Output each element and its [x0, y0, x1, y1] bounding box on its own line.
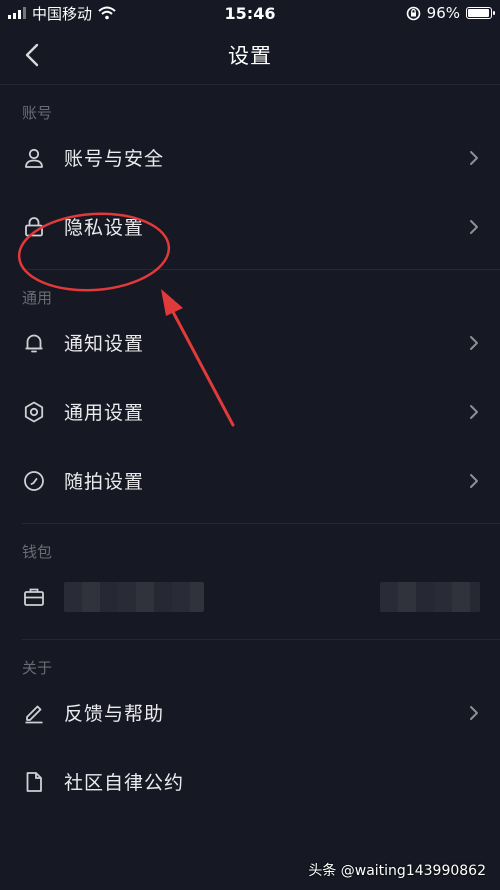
row-feedback-help[interactable]: 反馈与帮助 [0, 678, 500, 747]
bell-icon [25, 334, 43, 352]
row-account-security[interactable]: 账号与安全 [0, 123, 500, 192]
row-label: 通用设置 [64, 402, 145, 424]
rotation-lock-icon [406, 6, 420, 20]
chevron-right-icon [470, 705, 478, 720]
signal-icon [8, 7, 26, 19]
row-notification-settings[interactable]: 通知设置 [0, 308, 500, 377]
page-title: 设置 [228, 44, 272, 68]
back-arrow-icon[interactable] [18, 40, 48, 70]
chevron-right-icon [470, 150, 478, 165]
row-label: 通知设置 [64, 333, 145, 355]
chevron-right-icon [470, 404, 478, 419]
section-divider [22, 269, 500, 270]
document-icon [26, 771, 42, 792]
row-label: 账号与安全 [64, 148, 165, 170]
gear-icon [24, 401, 44, 422]
clock-icon [24, 470, 44, 491]
wifi-icon [98, 6, 116, 20]
nav-bar: 设置 [0, 26, 500, 84]
row-quick-shot-settings[interactable]: 随拍设置 [0, 446, 500, 515]
edit-icon [25, 705, 43, 723]
section-divider [22, 639, 500, 640]
section-divider [22, 523, 500, 524]
row-general-settings[interactable]: 通用设置 [0, 377, 500, 446]
row-label: 反馈与帮助 [64, 703, 165, 725]
carrier-name: 中国移动 [32, 4, 93, 23]
chevron-right-icon [470, 473, 478, 488]
status-bar: 中国移动 15:46 96% [0, 0, 500, 26]
battery-icon [466, 7, 495, 19]
row-community-guidelines[interactable]: 社区自律公约 [0, 747, 500, 816]
watermark: 头条 @waiting143990862 [308, 863, 486, 879]
section-label-about: 关于 [22, 659, 53, 677]
battery-percent: 96% [426, 4, 460, 22]
section-label-account: 账号 [22, 104, 53, 122]
person-icon [25, 148, 43, 168]
section-label-general: 通用 [22, 289, 53, 307]
blurred-wallet-balance [380, 581, 480, 612]
row-label: 随拍设置 [64, 471, 145, 493]
blurred-wallet-info [64, 581, 204, 612]
row-label: 隐私设置 [64, 217, 145, 239]
chevron-right-icon [470, 335, 478, 350]
chevron-right-icon [470, 219, 478, 234]
row-label: 社区自律公约 [64, 772, 185, 794]
section-label-wallet: 钱包 [22, 543, 53, 561]
row-wallet[interactable] [0, 562, 500, 631]
lock-icon [25, 216, 43, 236]
row-privacy-settings[interactable]: 隐私设置 [0, 192, 500, 261]
wallet-icon [24, 588, 44, 606]
